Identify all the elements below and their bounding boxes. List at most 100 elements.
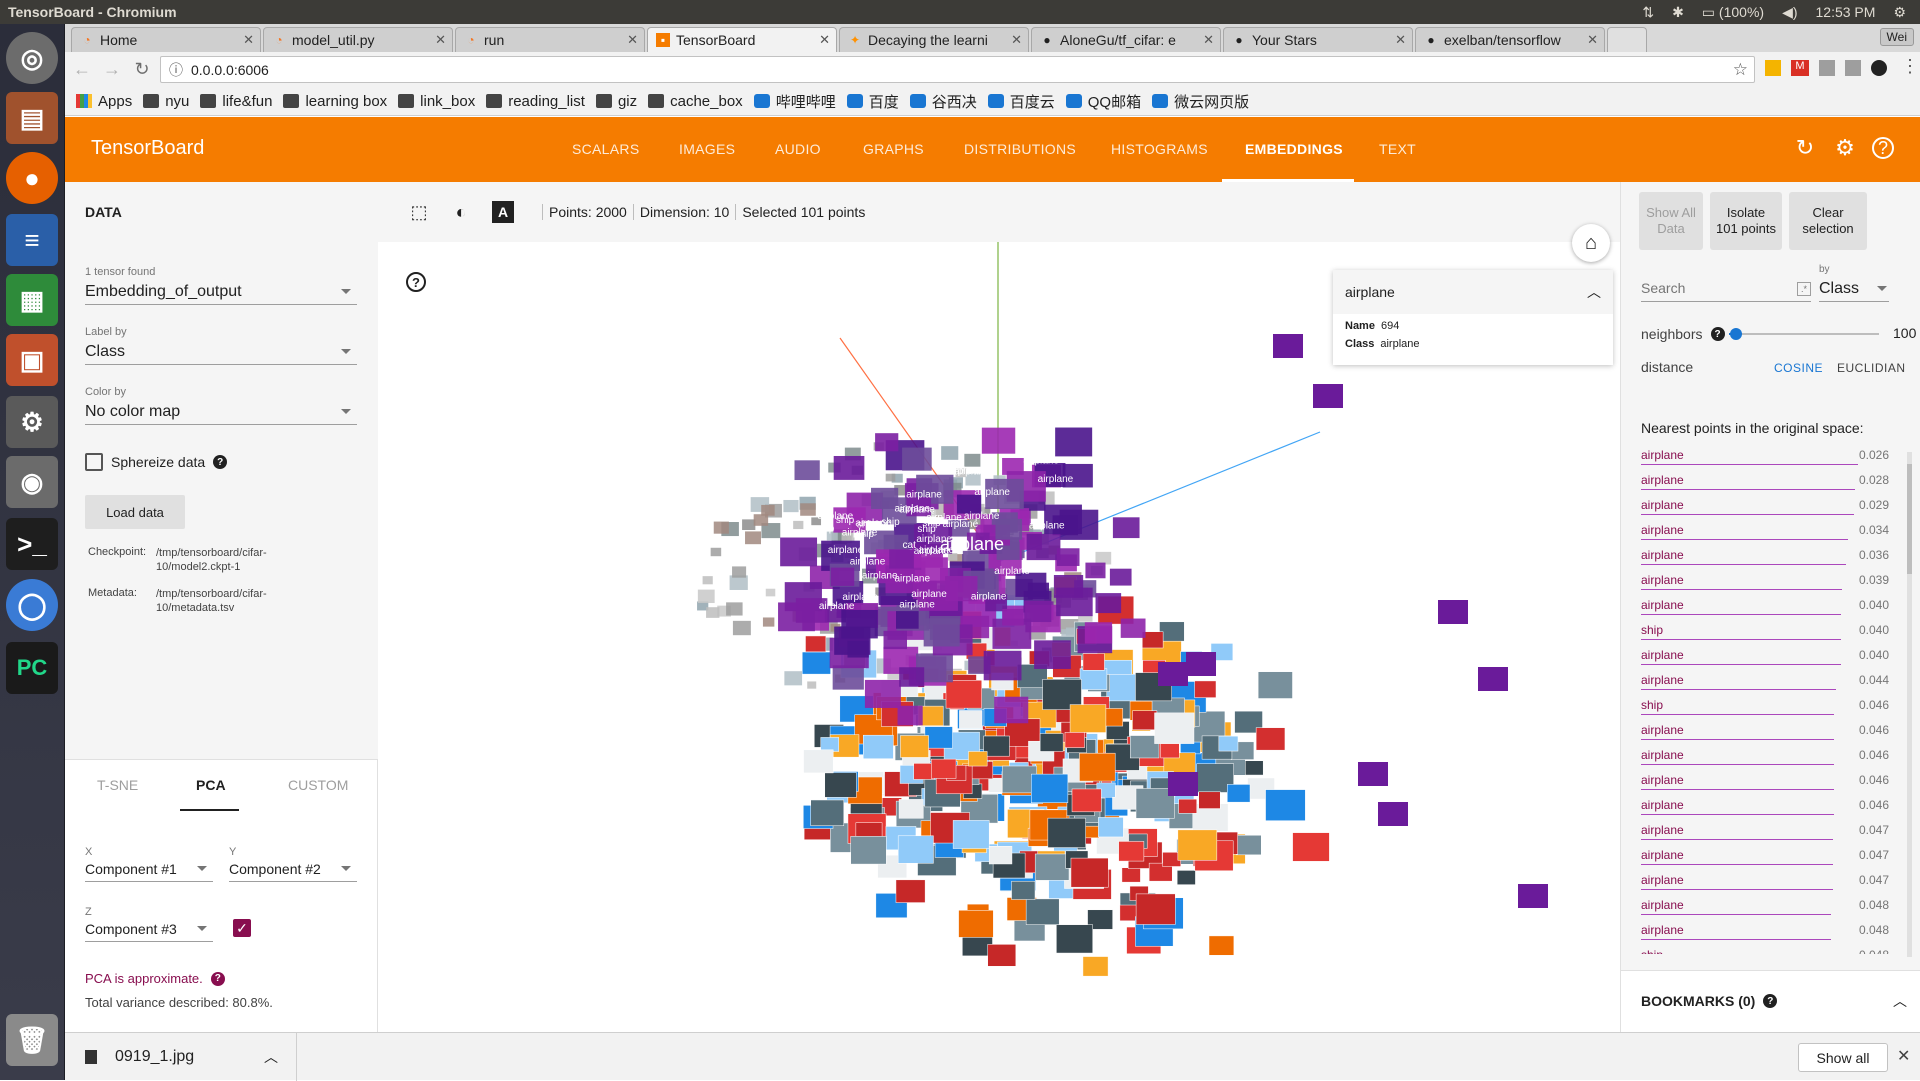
selected-point[interactable] [875, 433, 899, 452]
close-icon[interactable]: ✕ [1203, 32, 1214, 48]
selected-point[interactable] [832, 665, 864, 690]
clock[interactable]: 12:53 PM [1816, 4, 1876, 20]
embedding-point[interactable] [952, 820, 990, 849]
embedding-point[interactable] [793, 520, 804, 530]
selected-point[interactable] [896, 611, 919, 629]
embedding-point[interactable] [1178, 798, 1198, 814]
close-icon[interactable]: ✕ [1587, 32, 1598, 48]
embedding-point[interactable] [1082, 956, 1109, 977]
bookmark-folder[interactable]: cache_box [648, 93, 743, 110]
selected-point[interactable] [1055, 427, 1093, 457]
tab-tsne[interactable]: T-SNE [97, 777, 138, 793]
selected-point[interactable] [1056, 587, 1093, 617]
tab-distributions[interactable]: DISTRIBUTIONS [964, 141, 1076, 157]
tab-histograms[interactable]: HISTOGRAMS [1111, 141, 1208, 157]
nearest-point-row[interactable]: airplane 0.046 [1641, 744, 1889, 769]
embedding-point[interactable] [1265, 789, 1306, 821]
system-settings-icon[interactable]: ⚙ [6, 396, 58, 448]
writer-icon[interactable]: ≡ [6, 214, 58, 266]
battery-indicator[interactable]: ▭ (100%) [1702, 4, 1764, 21]
embedding-point[interactable] [924, 726, 953, 749]
embedding-point[interactable] [753, 514, 769, 526]
embedding-point[interactable] [1121, 867, 1141, 883]
nearest-point-row[interactable]: airplane 0.026 [1641, 444, 1889, 469]
show-all-downloads-button[interactable]: Show all [1798, 1043, 1888, 1072]
extension-icon[interactable] [1819, 60, 1835, 76]
pycharm-icon[interactable]: PC [6, 642, 58, 694]
embedding-point[interactable] [959, 710, 983, 729]
embedding-point[interactable] [810, 799, 845, 827]
embedding-point[interactable] [1132, 710, 1158, 731]
back-arrow-icon[interactable]: ← [69, 57, 95, 83]
tensor-select[interactable]: Embedding_of_output [85, 279, 357, 305]
network-icon[interactable]: ⇅ [1642, 4, 1654, 21]
bookmark-apps[interactable]: Apps [76, 93, 132, 110]
selected-point[interactable] [1084, 622, 1113, 644]
extension-icon[interactable] [1765, 60, 1781, 76]
profile-button[interactable]: Wei [1879, 28, 1914, 46]
neighbors-slider[interactable] [1729, 333, 1879, 335]
embedding-point[interactable] [800, 503, 816, 516]
browser-tab[interactable]: ● exelban/tensorflow ✕ [1415, 27, 1605, 52]
embedding-point[interactable] [1135, 893, 1176, 925]
selected-point[interactable] [1438, 600, 1468, 624]
camera-icon[interactable]: ◉ [6, 456, 58, 508]
embedding-point[interactable] [945, 680, 982, 709]
bookmark-site[interactable]: QQ邮箱 [1065, 91, 1141, 112]
chevron-up-icon[interactable]: ︿ [1893, 991, 1907, 1011]
help-icon[interactable]: ? [1710, 327, 1725, 341]
embedding-point[interactable] [807, 681, 817, 689]
nearest-point-row[interactable]: airplane 0.046 [1641, 719, 1889, 744]
show-all-data-button[interactable]: Show All Data [1639, 192, 1703, 250]
selected-point[interactable] [1518, 884, 1548, 908]
spherize-checkbox[interactable] [85, 453, 103, 471]
embedding-point[interactable] [1095, 551, 1112, 565]
close-icon[interactable]: ✕ [243, 32, 254, 48]
embedding-point[interactable] [1064, 732, 1085, 748]
embedding-point[interactable] [1198, 791, 1221, 809]
nearest-point-row[interactable]: airplane 0.046 [1641, 769, 1889, 794]
bookmark-site[interactable]: 微云网页版 [1152, 91, 1249, 112]
embedding-point[interactable] [1177, 829, 1218, 861]
y-component-select[interactable]: Component #2 [229, 856, 357, 882]
embedding-point[interactable] [958, 910, 994, 938]
selected-point[interactable] [1186, 652, 1216, 676]
search-input[interactable] [1641, 274, 1811, 302]
embedding-point[interactable] [762, 617, 775, 627]
label-by-select[interactable]: Class [85, 339, 357, 365]
embedding-point[interactable] [765, 588, 776, 597]
selected-point[interactable] [1358, 762, 1388, 786]
neighbors-slider-handle[interactable] [1730, 328, 1742, 340]
selected-point[interactable] [1378, 802, 1408, 826]
selected-point[interactable] [1112, 517, 1140, 539]
selected-point[interactable] [1056, 548, 1080, 566]
selected-point[interactable] [833, 455, 865, 480]
tab-text[interactable]: TEXT [1379, 141, 1416, 157]
euclidean-distance-button[interactable]: EUCLIDIAN [1837, 361, 1906, 375]
embedding-point[interactable] [1070, 857, 1109, 888]
bookmark-site[interactable]: 百度 [846, 91, 899, 112]
selected-point[interactable] [1478, 667, 1508, 691]
embedding-point[interactable] [742, 519, 756, 531]
bookmarks-header[interactable]: BOOKMARKS (0) ? [1641, 993, 1778, 1009]
nearest-point-row[interactable]: airplane 0.040 [1641, 594, 1889, 619]
chevron-up-icon[interactable]: ︿ [1587, 282, 1601, 302]
browser-tab[interactable]: ● AloneGu/tf_cifar: e ✕ [1031, 27, 1221, 52]
reload-icon[interactable]: ↻ [129, 57, 155, 83]
selected-point[interactable] [1120, 618, 1146, 638]
selected-point[interactable] [1313, 384, 1343, 408]
nearest-point-row[interactable]: airplane 0.047 [1641, 869, 1889, 894]
menu-icon[interactable]: ⋮ [1901, 56, 1919, 77]
load-data-button[interactable]: Load data [85, 495, 185, 529]
nearest-point-row[interactable]: airplane 0.048 [1641, 919, 1889, 944]
tab-pca[interactable]: PCA [196, 777, 226, 793]
selected-point[interactable] [1168, 772, 1198, 796]
embedding-point[interactable] [1194, 680, 1217, 698]
close-icon[interactable]: ✕ [1395, 32, 1406, 48]
embedding-point[interactable] [1244, 760, 1264, 776]
impress-icon[interactable]: ▣ [6, 334, 58, 386]
isolate-points-button[interactable]: Isolate 101 points [1710, 192, 1782, 250]
selected-point[interactable] [780, 537, 818, 567]
volume-icon[interactable]: ◀) [1782, 4, 1797, 21]
bookmark-folder[interactable]: link_box [398, 93, 475, 110]
